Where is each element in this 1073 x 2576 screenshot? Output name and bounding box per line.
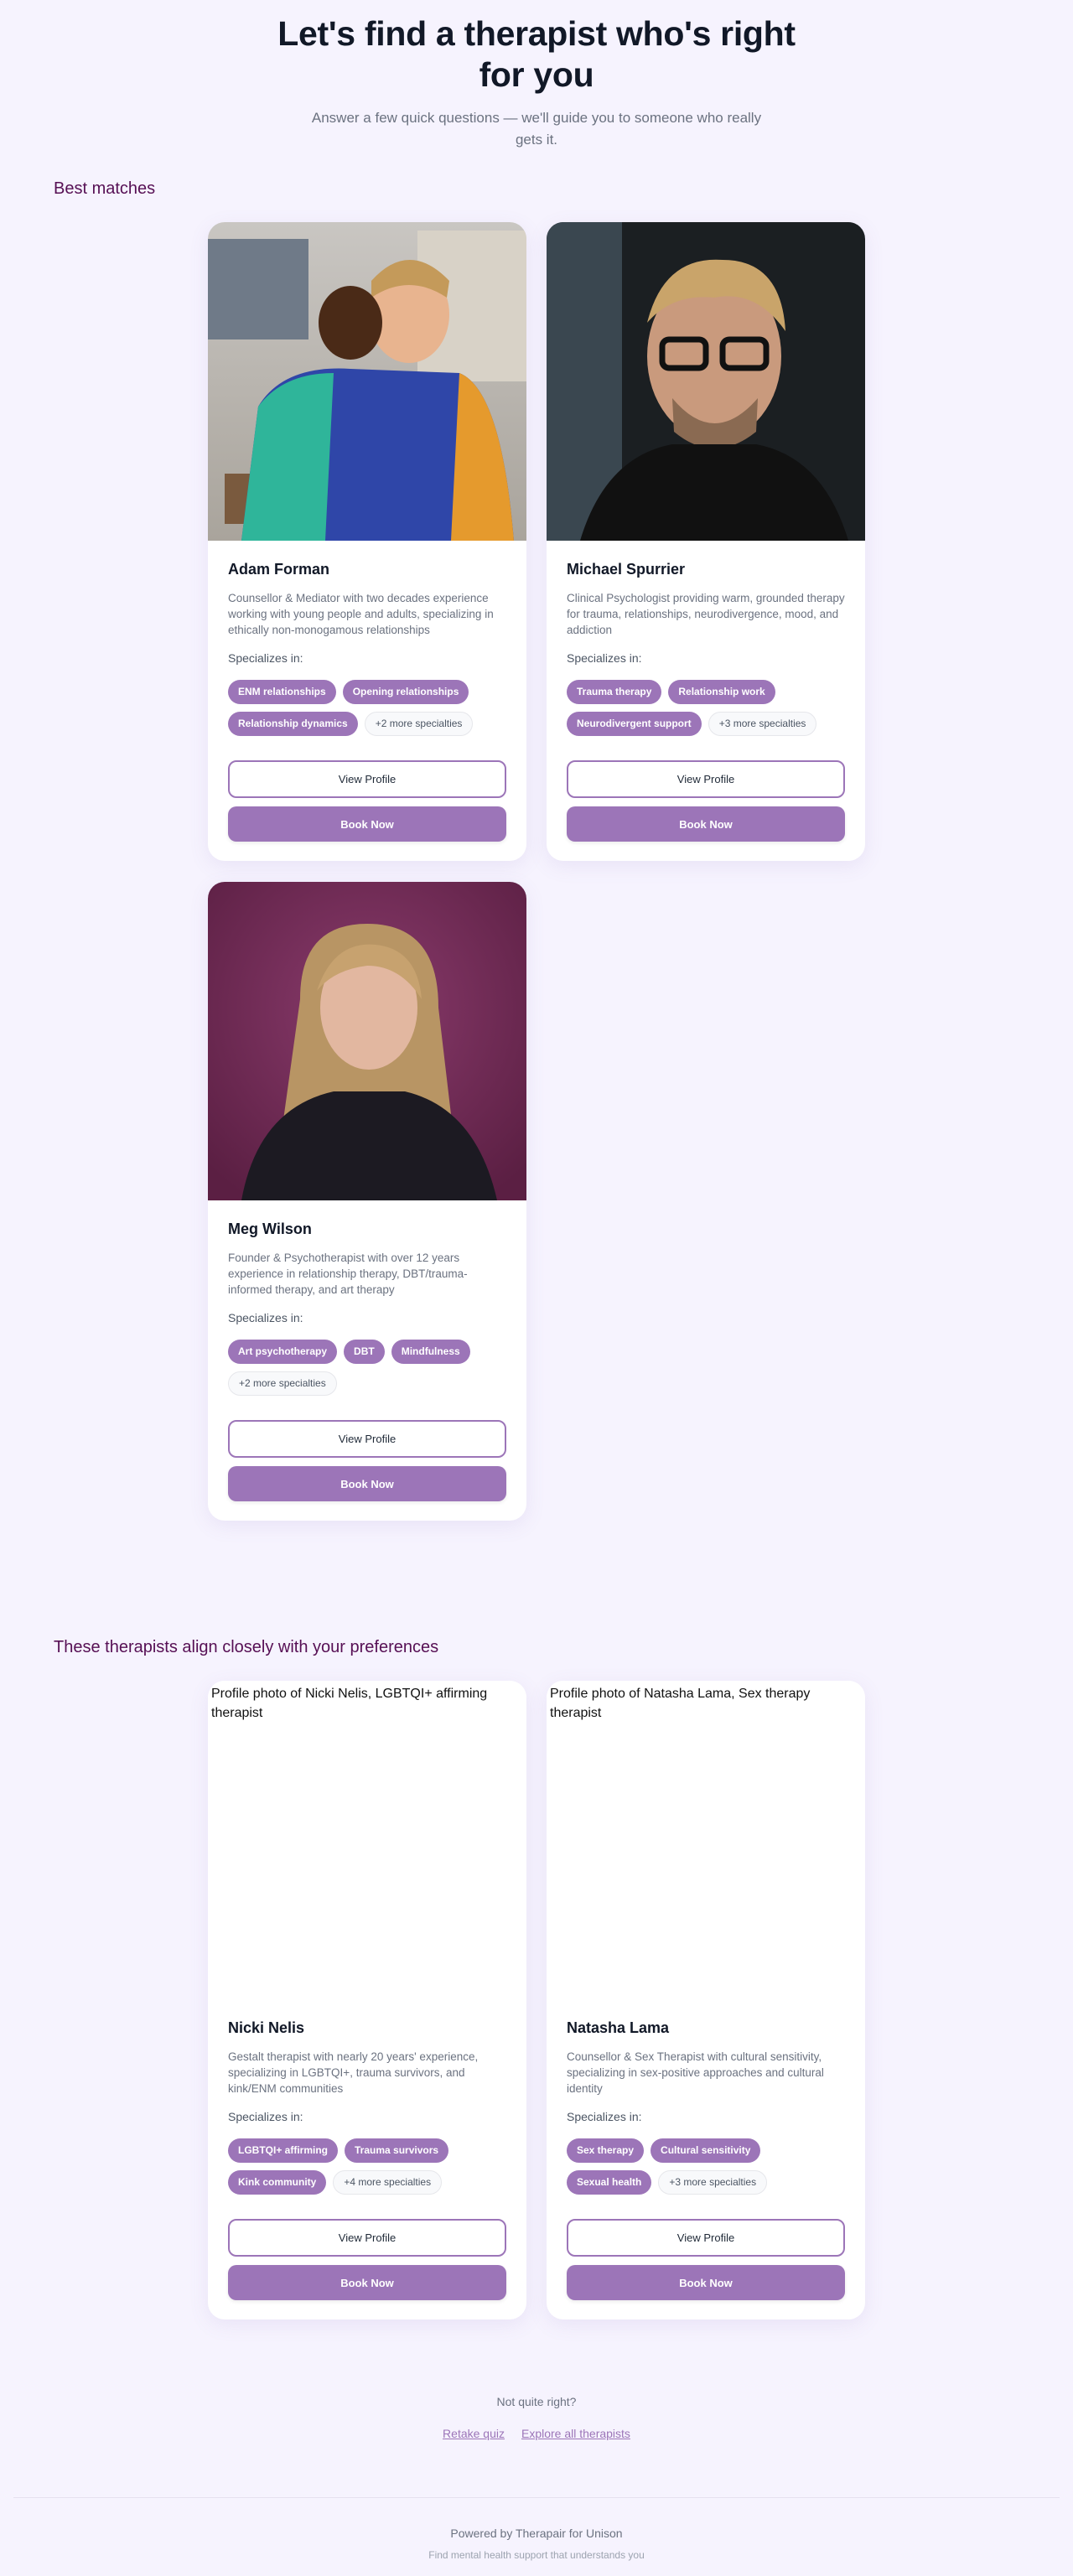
therapist-description: Founder & Psychotherapist with over 12 y… — [228, 1252, 468, 1296]
specialty-tags: Trauma therapy Relationship work Neurodive… — [567, 680, 845, 736]
more-specialties-tag: +2 more specialties — [364, 712, 474, 736]
page-subtitle: Answer a few quick questions — we'll gui… — [311, 110, 762, 148]
specializes-label: Specializes in: — [567, 651, 642, 665]
book-now-button[interactable]: Book Now — [228, 2265, 506, 2300]
specialty-tag: Sex therapy — [567, 2138, 645, 2163]
therapist-description: Clinical Psychologist providing warm, gr… — [567, 592, 845, 636]
profile-photo[interactable] — [547, 222, 865, 541]
specializes-label: Specializes in: — [228, 1311, 303, 1324]
footer-tagline: Find mental health support that understa… — [428, 2549, 645, 2561]
therapist-name: Nicki Nelis — [228, 2019, 305, 2036]
specialty-tag: Kink community — [228, 2170, 327, 2195]
specializes-label: Specializes in: — [228, 2110, 303, 2123]
therapist-name: Michael Spurrier — [567, 561, 686, 578]
view-profile-button[interactable]: View Profile — [228, 760, 506, 798]
specialty-tag: ENM relationships — [228, 680, 336, 704]
more-specialties-tag: +3 more specialties — [708, 712, 817, 736]
retry-prompt: Not quite right? Retake quiz Explore all… — [0, 2393, 1073, 2442]
view-profile-button[interactable]: View Profile — [228, 1420, 506, 1458]
specialty-tag: Art psychotherapy — [228, 1340, 338, 1364]
therapist-card: Michael Spurrier Clinical Psychologist pr… — [547, 222, 865, 861]
specialty-tag: Opening relationships — [342, 680, 469, 704]
specialty-tag: Neurodivergent support — [567, 712, 702, 736]
specialty-tag: Relationship dynamics — [228, 712, 358, 736]
specialty-tag: LGBTQI+ affirming — [228, 2138, 339, 2163]
book-now-button[interactable]: Book Now — [567, 806, 845, 842]
view-profile-button[interactable]: View Profile — [567, 2219, 845, 2257]
more-specialties-tag: +4 more specialties — [333, 2170, 443, 2195]
therapist-name: Meg Wilson — [228, 1221, 312, 1237]
specializes-label: Specializes in: — [567, 2110, 642, 2123]
specialty-tag: Cultural sensitivity — [651, 2138, 761, 2163]
specialty-tag: DBT — [344, 1340, 385, 1364]
specialty-tags: Art psychotherapy DBT Mindfulness +2 more s… — [228, 1340, 506, 1396]
specialty-tag: Relationship work — [668, 680, 775, 704]
specialty-tags: Sex therapy Cultural sensitivity Sexual he… — [567, 2138, 845, 2195]
explore-all-therapists-link[interactable]: Explore all therapists — [521, 2425, 630, 2442]
specialty-tags: ENM relationships Opening relationships Re… — [228, 680, 506, 736]
book-now-button[interactable]: Book Now — [228, 806, 506, 842]
book-now-button[interactable]: Book Now — [228, 1466, 506, 1501]
card-body: Michael Spurrier Clinical Psychologist pr… — [547, 541, 865, 861]
aligned-therapists-grid: Profile photo of Nicki Nelis, LGBTQI+ af… — [0, 1681, 1073, 2319]
card-body: Natasha Lama Counsellor & Sex Therapist w… — [547, 1999, 865, 2319]
footer: Powered by Therapair for Unison Find men… — [0, 2524, 1073, 2563]
page-title: Let's find a therapist who's right for y… — [277, 14, 796, 94]
therapist-name: Adam Forman — [228, 561, 330, 578]
view-profile-button[interactable]: View Profile — [228, 2219, 506, 2257]
powered-by-text: Powered by Therapair for Unison — [450, 2527, 623, 2540]
specialty-tags: LGBTQI+ affirming Trauma survivors Kink co… — [228, 2138, 506, 2195]
specialty-tag: Trauma survivors — [345, 2138, 449, 2163]
card-body: Nicki Nelis Gestalt therapist with nearly… — [208, 1999, 526, 2319]
therapist-card: Profile photo of Nicki Nelis, LGBTQI+ af… — [208, 1681, 526, 2319]
not-quite-right-text: Not quite right? — [496, 2395, 577, 2408]
retake-quiz-link[interactable]: Retake quiz — [443, 2425, 505, 2442]
book-now-button[interactable]: Book Now — [567, 2265, 845, 2300]
footer-divider — [13, 2497, 1060, 2498]
more-specialties-tag: +3 more specialties — [658, 2170, 768, 2195]
therapist-description: Counsellor & Mediator with two decades e… — [228, 592, 494, 636]
therapist-description: Gestalt therapist with nearly 20 years' … — [228, 2050, 479, 2095]
specialty-tag: Trauma therapy — [567, 680, 662, 704]
card-body: Adam Forman Counsellor & Mediator with tw… — [208, 541, 526, 861]
profile-photo[interactable] — [208, 222, 526, 541]
therapist-description: Counsellor & Sex Therapist with cultural… — [567, 2050, 824, 2095]
specialty-tag: Mindfulness — [391, 1340, 470, 1364]
profile-photo[interactable]: Profile photo of Natasha Lama, Sex thera… — [547, 1681, 865, 1999]
card-body: Meg Wilson Founder & Psychotherapist with… — [208, 1200, 526, 1521]
section-title-best-matches: Best matches — [54, 179, 156, 198]
specialty-tag: Sexual health — [567, 2170, 652, 2195]
therapist-name: Natasha Lama — [567, 2019, 670, 2036]
more-specialties-tag: +2 more specialties — [228, 1371, 337, 1396]
section-title-aligned: These therapists align closely with your… — [54, 1638, 439, 1656]
specializes-label: Specializes in: — [228, 651, 303, 665]
hero: Let's find a therapist who's right for y… — [0, 0, 1073, 151]
therapist-card: Adam Forman Counsellor & Mediator with tw… — [208, 222, 526, 861]
best-matches-grid: Adam Forman Counsellor & Mediator with tw… — [0, 222, 1073, 1521]
therapist-card: Profile photo of Natasha Lama, Sex thera… — [547, 1681, 865, 2319]
view-profile-button[interactable]: View Profile — [567, 760, 845, 798]
profile-photo[interactable]: Profile photo of Nicki Nelis, LGBTQI+ af… — [208, 1681, 526, 1999]
profile-photo[interactable] — [208, 882, 526, 1200]
therapist-card: Meg Wilson Founder & Psychotherapist with… — [208, 882, 526, 1521]
